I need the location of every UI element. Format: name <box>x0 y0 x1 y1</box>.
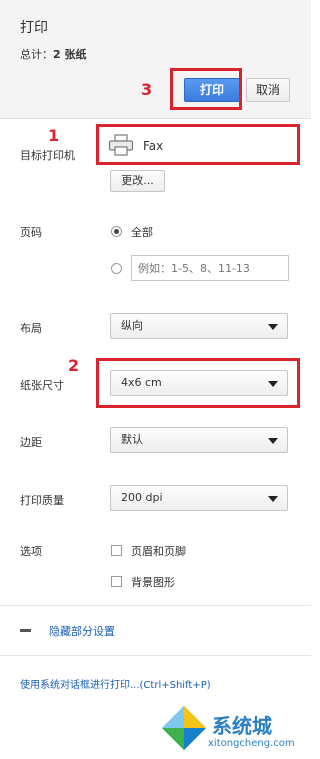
layout-select[interactable]: 纵向 <box>110 313 288 339</box>
headers-footers-checkbox[interactable] <box>111 545 122 556</box>
chevron-down-icon <box>268 438 278 444</box>
annotation-2: 2 <box>68 356 80 375</box>
divider <box>0 605 311 606</box>
sheet-total: 总计：2 张纸 <box>20 46 86 62</box>
annotation-box-print <box>170 68 242 110</box>
divider <box>0 655 311 656</box>
quality-label: 打印质量 <box>20 494 64 507</box>
annotation-1: 1 <box>48 126 60 145</box>
destination-label: 目标打印机 <box>20 149 75 162</box>
margins-label: 边距 <box>20 436 42 449</box>
print-header: 打印 总计：2 张纸 打印 取消 <box>0 0 311 119</box>
options-label: 选项 <box>20 545 42 558</box>
watermark: 系统城 xitongcheng.com <box>150 700 310 758</box>
site-logo-icon <box>162 706 206 750</box>
total-value: 2 张纸 <box>53 48 87 61</box>
quality-select[interactable]: 200 dpi <box>110 485 288 511</box>
quality-value: 200 dpi <box>121 491 163 504</box>
layout-label: 布局 <box>20 322 42 335</box>
less-settings-link[interactable]: 隐藏部分设置 <box>49 623 115 639</box>
margins-select[interactable]: 默认 <box>110 427 288 453</box>
annotation-box-destination <box>96 124 300 165</box>
chevron-down-icon <box>268 324 278 330</box>
watermark-brand: 系统城 <box>212 714 272 738</box>
annotation-box-paper-size <box>96 358 300 408</box>
background-graphics-label: 背景图形 <box>131 576 175 589</box>
watermark-url: xitongcheng.com <box>208 738 295 749</box>
chevron-down-icon <box>268 496 278 502</box>
layout-value: 纵向 <box>121 319 143 332</box>
headers-footers-label: 页眉和页脚 <box>131 545 186 558</box>
pages-all-radio[interactable] <box>111 226 122 237</box>
pages-label: 页码 <box>20 226 42 239</box>
cancel-button[interactable]: 取消 <box>246 78 290 102</box>
page-title: 打印 <box>20 20 48 36</box>
total-prefix: 总计： <box>20 48 53 61</box>
pages-custom-radio[interactable] <box>111 263 122 274</box>
change-printer-button[interactable]: 更改... <box>110 170 165 192</box>
pages-all-label: 全部 <box>131 226 153 239</box>
pages-custom-input[interactable] <box>131 255 289 281</box>
margins-value: 默认 <box>121 433 143 446</box>
background-graphics-checkbox[interactable] <box>111 576 122 587</box>
minus-icon[interactable] <box>20 629 31 632</box>
annotation-3: 3 <box>141 80 153 99</box>
paper-size-label: 纸张尺寸 <box>20 379 64 392</box>
system-dialog-link[interactable]: 使用系统对话框进行打印...(Ctrl+Shift+P) <box>20 676 211 691</box>
